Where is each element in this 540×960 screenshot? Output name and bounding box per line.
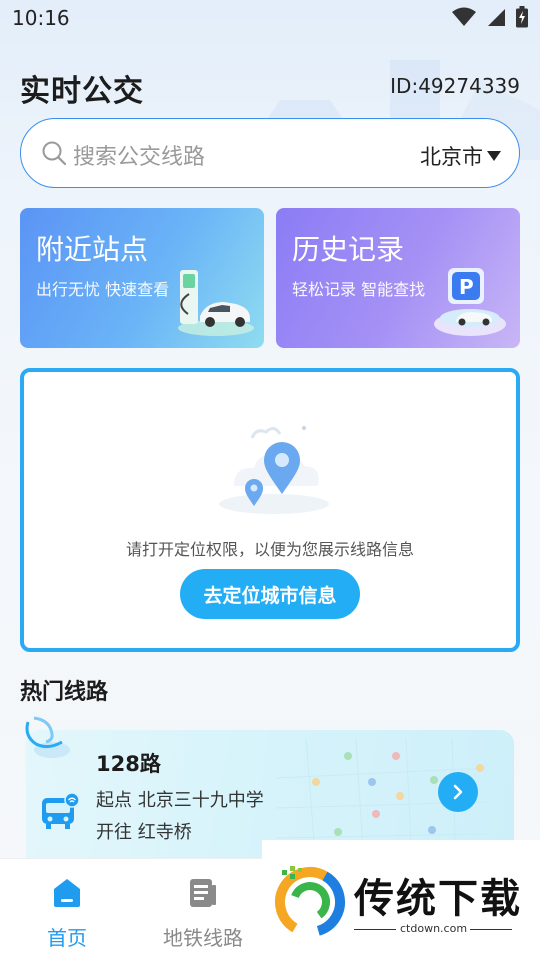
route-destination: 开往 红寺桥	[96, 822, 192, 843]
home-icon	[54, 879, 80, 907]
watermark-rule	[354, 929, 396, 930]
parking-icon: P	[434, 268, 506, 336]
nav-label: 地铁线路	[163, 926, 243, 950]
user-id: ID:49274339	[390, 74, 520, 98]
wifi-icon	[452, 7, 476, 26]
card-subtitle: 轻松记录 智能查找	[292, 280, 426, 299]
dropdown-arrow-icon	[487, 151, 501, 161]
nav-home[interactable]: 首页	[2, 859, 132, 960]
card-subtitle: 出行无忧 快速查看	[36, 280, 170, 299]
page-title: 实时公交	[20, 74, 144, 109]
watermark-url: ctdown.com	[400, 922, 468, 935]
nav-metro-lines[interactable]: 地铁线路	[138, 859, 268, 960]
search-icon	[42, 141, 67, 166]
city-selector[interactable]: 北京市	[420, 141, 501, 171]
metro-document-icon	[190, 879, 216, 907]
watermark-rule	[470, 929, 512, 930]
locate-city-button[interactable]: 去定位城市信息	[180, 569, 360, 619]
ev-charger-icon	[178, 270, 254, 336]
bus-icon	[42, 792, 80, 829]
card-title: 历史记录	[292, 233, 405, 266]
route-card-decoration	[25, 716, 70, 758]
location-permission-panel: 请打开定位权限，以便为您展示线路信息 去定位城市信息	[20, 368, 520, 652]
card-title: 附近站点	[36, 233, 149, 266]
watermark: 传统下载 ctdown.com	[262, 840, 540, 960]
svg-text:P: P	[459, 275, 474, 299]
watermark-text: 传统下载	[354, 876, 522, 922]
signal-icon	[488, 9, 505, 26]
route-go-button[interactable]	[438, 772, 478, 812]
arrow-right-icon	[453, 784, 463, 800]
search-input[interactable]: 搜索公交线路	[73, 139, 205, 171]
history-records-card[interactable]: 历史记录 轻松记录 智能查找 P	[276, 208, 520, 348]
battery-icon	[516, 6, 528, 28]
hot-routes-title: 热门线路	[20, 680, 109, 705]
status-time: 10:16	[12, 6, 70, 30]
status-bar: 10:16	[0, 0, 540, 36]
route-start: 起点 北京三十九中学	[96, 790, 264, 811]
nearby-stations-card[interactable]: 附近站点 出行无忧 快速查看	[20, 208, 264, 348]
location-permission-message: 请打开定位权限，以便为您展示线路信息	[125, 540, 414, 559]
watermark-logo	[275, 866, 345, 937]
status-icons	[452, 6, 528, 28]
route-name: 128路	[96, 752, 161, 776]
location-pin-icon	[219, 426, 329, 514]
search-bar[interactable]: 搜索公交线路 北京市	[20, 118, 520, 188]
nav-label: 首页	[47, 926, 87, 950]
city-label: 北京市	[420, 145, 483, 169]
